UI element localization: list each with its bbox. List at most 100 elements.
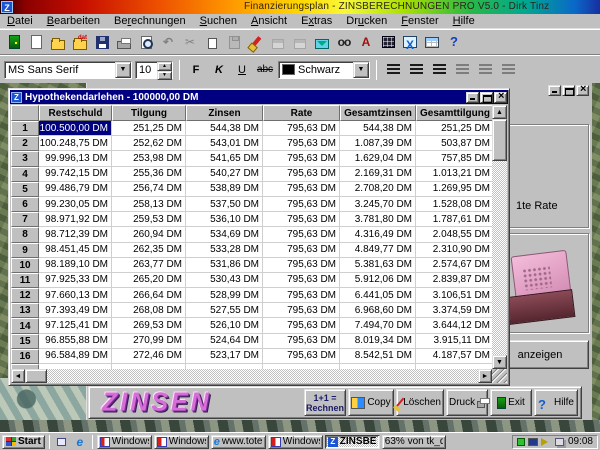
cell[interactable]: 543,01 DM (186, 136, 263, 151)
delete-brush-icon[interactable] (246, 32, 267, 53)
cell[interactable]: 795,63 DM (263, 288, 340, 303)
column-header-zinsen[interactable]: Zinsen (186, 105, 263, 121)
display-icon[interactable] (528, 438, 538, 446)
loan-window-titlebar[interactable]: Z Hypothekendarlehen - 100000,00 DM (10, 90, 508, 104)
volume-icon[interactable] (541, 438, 552, 446)
sheet-icon[interactable] (400, 32, 421, 53)
cell[interactable]: 795,63 DM (263, 258, 340, 273)
new-file-icon[interactable] (26, 32, 47, 53)
cell[interactable]: 530,43 DM (186, 273, 263, 288)
cell[interactable]: 503,87 DM (416, 136, 494, 151)
exit-button[interactable]: Exit (490, 389, 532, 416)
cell[interactable]: 2.839,87 DM (416, 273, 494, 288)
scroll-thumb[interactable] (492, 119, 507, 161)
chevron-down-icon[interactable]: ▼ (353, 62, 369, 78)
cell[interactable]: 1.087,39 DM (340, 136, 416, 151)
maximize-icon[interactable] (480, 92, 493, 103)
cell[interactable]: 795,63 DM (263, 227, 340, 242)
row-number[interactable]: 13 (11, 303, 39, 318)
chevron-down-icon[interactable]: ▼ (115, 62, 131, 78)
cell[interactable]: 270,99 DM (112, 334, 186, 349)
cell[interactable]: 1.269,95 DM (416, 182, 494, 197)
cell[interactable]: 263,77 DM (112, 258, 186, 273)
underline-button[interactable]: U (232, 60, 252, 80)
cell[interactable]: 5.912,06 DM (340, 273, 416, 288)
cell[interactable]: 8.542,51 DM (340, 349, 416, 364)
cell[interactable]: 97.660,13 DM (39, 288, 112, 303)
open-dat-icon[interactable] (70, 32, 91, 53)
cell[interactable]: 544,38 DM (340, 121, 416, 136)
cell[interactable]: 795,63 DM (263, 197, 340, 212)
task-button-4[interactable]: ZZINSBE... (325, 435, 380, 449)
cell[interactable]: 795,63 DM (263, 182, 340, 197)
close-icon[interactable] (494, 92, 507, 103)
exit-icon[interactable] (4, 32, 25, 53)
task-button-5[interactable]: 63% von tk_do... (382, 435, 446, 449)
cell[interactable]: 533,28 DM (186, 243, 263, 258)
color-select[interactable]: Schwarz ▼ (278, 61, 370, 79)
cell[interactable]: 258,13 DM (112, 197, 186, 212)
close-icon[interactable] (576, 85, 589, 96)
row-number[interactable]: 6 (11, 197, 39, 212)
cell[interactable]: 262,35 DM (112, 243, 186, 258)
cell[interactable]: 2.048,55 DM (416, 227, 494, 242)
cell[interactable]: 260,94 DM (112, 227, 186, 242)
cell[interactable]: 795,63 DM (263, 212, 340, 227)
cell[interactable]: 99.230,05 DM (39, 197, 112, 212)
cell[interactable]: 252,62 DM (112, 136, 186, 151)
network-icon[interactable] (555, 438, 564, 446)
loeschen-button[interactable]: Löschen (396, 389, 444, 416)
column-header-rate[interactable]: Rate (263, 105, 340, 121)
align-center-icon[interactable] (406, 60, 426, 80)
cell[interactable]: 795,63 DM (263, 121, 340, 136)
cell[interactable]: 97.393,49 DM (39, 303, 112, 318)
align-left-icon[interactable] (383, 60, 403, 80)
app-titlebar[interactable]: Z Finanzierungsplan - ZINSBERECHNUNGEN P… (0, 0, 600, 14)
row-number[interactable]: 5 (11, 182, 39, 197)
row-number[interactable]: 3 (11, 151, 39, 166)
vertical-scrollbar[interactable]: ▲ ▼ (492, 105, 507, 369)
menu-item-drucken[interactable]: Drucken (339, 15, 394, 27)
cell[interactable]: 795,63 DM (263, 273, 340, 288)
cell[interactable]: 98.971,92 DM (39, 212, 112, 227)
cell[interactable]: 2.310,90 DM (416, 243, 494, 258)
font-select[interactable]: MS Sans Serif ▼ (4, 61, 132, 79)
scroll-down-icon[interactable]: ▼ (492, 355, 507, 369)
cell[interactable]: 540,27 DM (186, 167, 263, 182)
cell[interactable]: 97.125,41 DM (39, 318, 112, 333)
row-number[interactable]: 12 (11, 288, 39, 303)
cell[interactable]: 795,63 DM (263, 318, 340, 333)
cell[interactable]: 795,63 DM (263, 151, 340, 166)
table-icon[interactable] (422, 32, 443, 53)
horizontal-scrollbar[interactable]: ◄ ► (11, 369, 492, 383)
search-icon[interactable] (334, 32, 355, 53)
row-number[interactable]: 4 (11, 167, 39, 182)
cell[interactable]: 99.742,15 DM (39, 167, 112, 182)
row-number[interactable]: 2 (11, 136, 39, 151)
cell[interactable]: 2.574,67 DM (416, 258, 494, 273)
cell[interactable]: 98.712,39 DM (39, 227, 112, 242)
cell[interactable]: 4.187,57 DM (416, 349, 494, 364)
italic-button[interactable]: K (209, 60, 229, 80)
scroll-left-icon[interactable]: ◄ (11, 369, 25, 383)
menu-item-bearbeiten[interactable]: Bearbeiten (40, 15, 107, 27)
cell[interactable]: 5.381,63 DM (340, 258, 416, 273)
cell[interactable]: 100.248,75 DM (39, 136, 112, 151)
menu-item-extras[interactable]: Extras (294, 15, 339, 27)
cell[interactable]: 259,53 DM (112, 212, 186, 227)
minimize-icon[interactable] (548, 85, 561, 96)
column-header-gesamttilgung[interactable]: Gesamttilgung (416, 105, 494, 121)
hilfe-button[interactable]: Hilfe (534, 389, 578, 416)
cell[interactable]: 255,36 DM (112, 167, 186, 182)
cell[interactable]: 2.708,20 DM (340, 182, 416, 197)
resize-grip[interactable] (492, 369, 507, 383)
cell[interactable]: 3.106,51 DM (416, 288, 494, 303)
cell[interactable]: 757,85 DM (416, 151, 494, 166)
cell[interactable]: 99.486,79 DM (39, 182, 112, 197)
size-down-icon[interactable]: ▼ (157, 71, 172, 80)
copy-icon[interactable] (202, 32, 223, 53)
cell[interactable]: 536,10 DM (186, 212, 263, 227)
task-button-2[interactable]: ewww.toten... (211, 435, 266, 449)
minimize-icon[interactable] (466, 92, 479, 103)
column-header-tilgung[interactable]: Tilgung (112, 105, 186, 121)
